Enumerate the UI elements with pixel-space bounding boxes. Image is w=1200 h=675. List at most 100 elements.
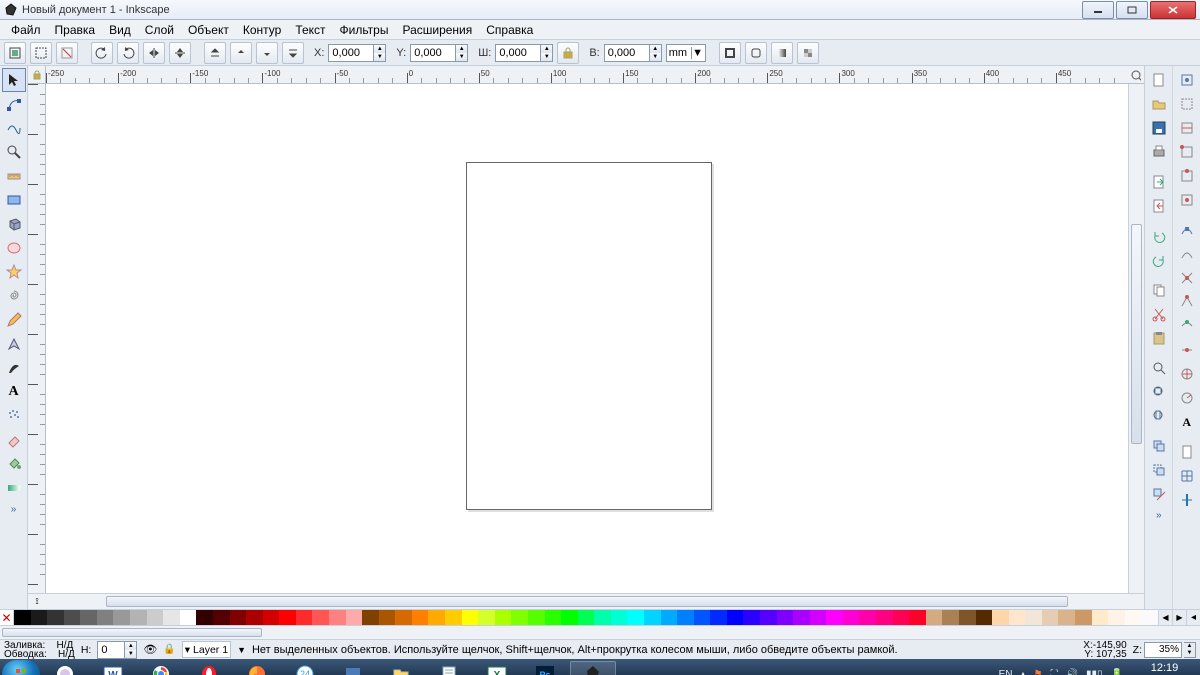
palette-swatch[interactable] <box>263 610 280 625</box>
vertical-scrollbar-thumb[interactable] <box>1131 224 1142 444</box>
palette-swatch[interactable] <box>694 610 711 625</box>
palette-swatch[interactable] <box>627 610 644 625</box>
snap-center[interactable] <box>1175 362 1199 386</box>
tool-gradient[interactable] <box>2 476 26 500</box>
window-minimize-button[interactable] <box>1082 1 1114 19</box>
tray-action-flag-icon[interactable]: ⚑ <box>1034 669 1043 675</box>
palette-swatch[interactable] <box>545 610 562 625</box>
palette-none-swatch[interactable]: ✕ <box>0 610 14 625</box>
palette-swatch[interactable] <box>578 610 595 625</box>
palette-swatch[interactable] <box>97 610 114 625</box>
palette-swatch[interactable] <box>777 610 794 625</box>
affect-corners-button[interactable] <box>745 42 767 64</box>
cmd-import[interactable] <box>1147 170 1171 194</box>
height-field[interactable]: ▲▼ <box>604 44 662 62</box>
layer-lock-icon[interactable]: 🔒 <box>163 644 175 655</box>
snap-rotation[interactable] <box>1175 386 1199 410</box>
snap-guide[interactable] <box>1175 488 1199 512</box>
menu-layer[interactable]: Слой <box>138 22 181 38</box>
palette-swatch[interactable] <box>1058 610 1075 625</box>
cmd-zoom-selection[interactable] <box>1147 356 1171 380</box>
tray-volume-icon[interactable]: 🔊 <box>1066 669 1078 675</box>
palette-swatch[interactable] <box>1108 610 1125 625</box>
palette-swatch[interactable] <box>279 610 296 625</box>
palette-swatch[interactable] <box>47 610 64 625</box>
palette-scrollbar-thumb[interactable] <box>2 628 262 637</box>
menu-object[interactable]: Объект <box>181 22 236 38</box>
palette-swatch[interactable] <box>793 610 810 625</box>
tool-pen[interactable] <box>2 332 26 356</box>
rotate-cw-button[interactable] <box>117 42 139 64</box>
horizontal-scrollbar-thumb[interactable] <box>106 596 1068 607</box>
tray-clock[interactable]: 12:19 23.08.2019 <box>1131 662 1198 675</box>
width-field[interactable]: ▲▼ <box>495 44 553 62</box>
zoom-input[interactable] <box>1144 642 1182 658</box>
snap-bbox-mid[interactable] <box>1175 164 1199 188</box>
palette-swatch[interactable] <box>677 610 694 625</box>
layer-menu-dropdown[interactable]: ▼ <box>237 645 246 655</box>
flip-horizontal-button[interactable] <box>143 42 165 64</box>
taskbar-yandex[interactable] <box>42 661 88 675</box>
palette-swatch[interactable] <box>230 610 247 625</box>
palette-swatch[interactable] <box>826 610 843 625</box>
palette-swatch[interactable] <box>80 610 97 625</box>
tool-text[interactable]: A <box>2 380 26 404</box>
menu-view[interactable]: Вид <box>102 22 138 38</box>
snap-bbox-edge[interactable] <box>1175 116 1199 140</box>
cmd-duplicate[interactable] <box>1147 434 1171 458</box>
vertical-scrollbar[interactable] <box>1128 84 1144 593</box>
tool-calligraphy[interactable] <box>2 356 26 380</box>
palette-swatch[interactable] <box>661 610 678 625</box>
palette-swatch[interactable] <box>810 610 827 625</box>
palette-swatch[interactable] <box>163 610 180 625</box>
cmd-paste[interactable] <box>1147 326 1171 350</box>
palette-scroll-left[interactable]: ◀ <box>1158 610 1172 625</box>
layer-visible-icon[interactable]: 👁 <box>143 643 157 656</box>
window-maximize-button[interactable] <box>1116 1 1148 19</box>
palette-swatch[interactable] <box>843 610 860 625</box>
palette-swatch[interactable] <box>1025 610 1042 625</box>
palette-swatch[interactable] <box>428 610 445 625</box>
tray-battery-icon[interactable]: 🔋 <box>1110 669 1122 675</box>
tool-tweak[interactable] <box>2 116 26 140</box>
palette-swatch[interactable] <box>14 610 31 625</box>
palette-swatch[interactable] <box>876 610 893 625</box>
snap-enable[interactable] <box>1175 68 1199 92</box>
palette-swatch[interactable] <box>926 610 943 625</box>
tool-rect[interactable] <box>2 188 26 212</box>
palette-swatch[interactable] <box>113 610 130 625</box>
palette-swatch[interactable] <box>1141 610 1158 625</box>
tool-zoom[interactable] <box>2 140 26 164</box>
snap-bbox[interactable] <box>1175 92 1199 116</box>
cmd-copy[interactable] <box>1147 278 1171 302</box>
menu-filters[interactable]: Фильтры <box>333 22 396 38</box>
tool-node[interactable] <box>2 92 26 116</box>
palette-swatch[interactable] <box>246 610 263 625</box>
affect-stroke-button[interactable] <box>719 42 741 64</box>
tool-selector[interactable] <box>2 68 26 92</box>
ruler-vertical[interactable] <box>28 84 46 593</box>
palette-swatch[interactable] <box>478 610 495 625</box>
palette-swatch[interactable] <box>379 610 396 625</box>
tool-spiral[interactable] <box>2 284 26 308</box>
lower-button[interactable] <box>256 42 278 64</box>
palette-swatch[interactable] <box>528 610 545 625</box>
palette-swatch[interactable] <box>213 610 230 625</box>
tray-network-icon[interactable]: ⛶ <box>1051 669 1058 675</box>
taskbar-excel[interactable]: X <box>474 661 520 675</box>
palette-swatch[interactable] <box>644 610 661 625</box>
snap-cusp[interactable] <box>1175 290 1199 314</box>
flip-vertical-button[interactable] <box>169 42 191 64</box>
taskbar-opera[interactable] <box>186 661 232 675</box>
snap-smooth[interactable] <box>1175 314 1199 338</box>
palette-swatch[interactable] <box>959 610 976 625</box>
cmd-export[interactable] <box>1147 194 1171 218</box>
menu-file[interactable]: Файл <box>4 22 48 38</box>
palette-swatch[interactable] <box>893 610 910 625</box>
menu-help[interactable]: Справка <box>479 22 540 38</box>
y-field[interactable]: ▲▼ <box>410 44 468 62</box>
cmd-zoom-drawing[interactable] <box>1147 380 1171 404</box>
palette-swatch[interactable] <box>312 610 329 625</box>
x-field[interactable]: ▲▼ <box>328 44 386 62</box>
raise-button[interactable] <box>230 42 252 64</box>
